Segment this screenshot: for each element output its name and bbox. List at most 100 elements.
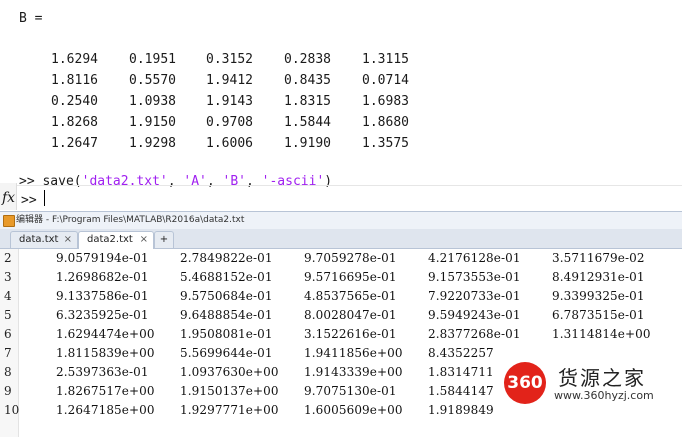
matrix-row: 1.6294 0.1951 0.3152 0.2838 1.3115 bbox=[0, 52, 682, 68]
matrix-cell: 1.6983 bbox=[362, 94, 409, 109]
cell-value: 9.1337586e-01 bbox=[56, 289, 149, 303]
matrix-cell: 1.9412 bbox=[206, 73, 253, 88]
line-number: 2 bbox=[4, 251, 12, 265]
command-separator: , bbox=[246, 174, 262, 189]
line-number: 3 bbox=[4, 270, 12, 284]
editor-icon bbox=[3, 215, 15, 227]
editor-line: 3 1.2698682e-01 5.4688152e-01 9.5716695e… bbox=[0, 268, 682, 287]
line-number: 10 bbox=[4, 403, 20, 417]
editor-line: 2 9.0579194e-01 2.7849822e-01 9.7059278e… bbox=[0, 249, 682, 268]
matrix-row: 1.8116 0.5570 1.9412 0.8435 0.0714 bbox=[0, 73, 682, 89]
matrix-cell: 1.8116 bbox=[51, 73, 98, 88]
line-number: 5 bbox=[4, 308, 12, 322]
matrix-cell: 0.1951 bbox=[129, 52, 176, 67]
cell-value: 1.2647185e+00 bbox=[56, 403, 155, 417]
text-caret bbox=[44, 190, 45, 206]
tab-label: data.txt bbox=[19, 234, 59, 245]
cell-value: 2.8377268e-01 bbox=[428, 327, 521, 341]
matrix-cell: 0.5570 bbox=[129, 73, 176, 88]
editor-line: 4 9.1337586e-01 9.5750684e-01 4.8537565e… bbox=[0, 287, 682, 306]
matrix-cell: 1.8268 bbox=[51, 115, 98, 130]
command-separator: , bbox=[206, 174, 223, 189]
tab-data-txt[interactable]: data.txt × bbox=[10, 231, 78, 248]
line-number: 4 bbox=[4, 289, 12, 303]
matrix-cell: 0.2838 bbox=[284, 52, 331, 67]
tab-data2-txt[interactable]: data2.txt × bbox=[78, 231, 154, 249]
matrix-cell: 1.3115 bbox=[362, 52, 409, 67]
add-tab-button[interactable]: + bbox=[154, 231, 174, 248]
matrix-row: 0.2540 1.0938 1.9143 1.8315 1.6983 bbox=[0, 94, 682, 110]
matrix-cell: 1.0938 bbox=[129, 94, 176, 109]
editor-text-area[interactable]: 2 9.0579194e-01 2.7849822e-01 9.7059278e… bbox=[0, 249, 682, 437]
matrix-cell: 1.3575 bbox=[362, 136, 409, 151]
matrix-cell: 0.9708 bbox=[206, 115, 253, 130]
tab-label: data2.txt bbox=[87, 234, 133, 245]
line-number: 6 bbox=[4, 327, 12, 341]
matrix-cell: 1.9150 bbox=[129, 115, 176, 130]
watermark-logo: 360 bbox=[504, 362, 546, 404]
matrix-cell: 1.6294 bbox=[51, 52, 98, 67]
line-number: 9 bbox=[4, 384, 12, 398]
close-icon[interactable]: × bbox=[64, 232, 72, 248]
command-arg-b: 'B' bbox=[222, 174, 246, 189]
cell-value: 9.6488854e-01 bbox=[180, 308, 273, 322]
cell-value: 9.1573553e-01 bbox=[428, 270, 521, 284]
cell-value: 5.4688152e-01 bbox=[180, 270, 273, 284]
command-separator: , bbox=[167, 174, 184, 189]
watermark-title: 货源之家 bbox=[558, 366, 646, 390]
cell-value: 1.9150137e+00 bbox=[180, 384, 279, 398]
variable-label: B = bbox=[19, 11, 43, 26]
editor-line: 5 6.3235925e-01 9.6488854e-01 8.0028047e… bbox=[0, 306, 682, 325]
active-prompt[interactable]: >> bbox=[21, 193, 37, 209]
cell-value: 1.9297771e+00 bbox=[180, 403, 279, 417]
watermark: 360 货源之家 www.360hyzj.com bbox=[500, 358, 682, 408]
command-prompt: >> bbox=[19, 174, 35, 189]
matrix-cell: 1.9190 bbox=[284, 136, 331, 151]
watermark-url: www.360hyzj.com bbox=[554, 389, 654, 402]
cell-value: 9.5949243e-01 bbox=[428, 308, 521, 322]
cell-value: 6.3235925e-01 bbox=[56, 308, 149, 322]
cell-value: 6.7873515e-01 bbox=[552, 308, 645, 322]
cell-value: 3.1522616e-01 bbox=[304, 327, 397, 341]
close-icon[interactable]: × bbox=[140, 232, 148, 248]
matrix-cell: 0.8435 bbox=[284, 73, 331, 88]
command-close-paren: ) bbox=[324, 174, 333, 189]
matrix-row: 1.2647 1.9298 1.6006 1.9190 1.3575 bbox=[0, 136, 682, 152]
cell-value: 1.8314711 bbox=[428, 365, 494, 379]
cell-value: 4.8537565e-01 bbox=[304, 289, 397, 303]
matrix-cell: 0.0714 bbox=[362, 73, 409, 88]
editor-line: 6 1.6294474e+00 1.9508081e-01 3.1522616e… bbox=[0, 325, 682, 344]
cell-value: 9.7075130e-01 bbox=[304, 384, 397, 398]
command-window[interactable]: B = 1.6294 0.1951 0.3152 0.2838 1.3115 1… bbox=[0, 0, 682, 210]
editor-titlebar: 编辑器 - F:\Program Files\MATLAB\R2016a\dat… bbox=[0, 212, 682, 229]
cell-value: 1.8267517e+00 bbox=[56, 384, 155, 398]
matrix-cell: 1.8680 bbox=[362, 115, 409, 130]
cell-value: 1.2698682e-01 bbox=[56, 270, 149, 284]
cell-value: 8.0028047e-01 bbox=[304, 308, 397, 322]
cell-value: 1.9143339e+00 bbox=[304, 365, 403, 379]
matrix-cell: 1.8315 bbox=[284, 94, 331, 109]
cell-value: 1.9411856e+00 bbox=[304, 346, 403, 360]
cell-value: 1.8115839e+00 bbox=[56, 346, 155, 360]
cell-value: 9.5750684e-01 bbox=[180, 289, 273, 303]
cell-value: 8.4912931e-01 bbox=[552, 270, 645, 284]
cell-value: 1.5844147 bbox=[428, 384, 494, 398]
cell-value: 1.6005609e+00 bbox=[304, 403, 403, 417]
command-line: >> save('data2.txt', 'A', 'B', '-ascii') bbox=[19, 174, 332, 190]
cell-value: 1.9508081e-01 bbox=[180, 327, 273, 341]
matrix-cell: 1.5844 bbox=[284, 115, 331, 130]
matrix-row: 1.8268 1.9150 0.9708 1.5844 1.8680 bbox=[0, 115, 682, 131]
matrix-cell: 1.6006 bbox=[206, 136, 253, 151]
cell-value: 1.3114814e+00 bbox=[552, 327, 651, 341]
matrix-cell: 1.2647 bbox=[51, 136, 98, 151]
cell-value: 1.6294474e+00 bbox=[56, 327, 155, 341]
command-arg-ascii: '-ascii' bbox=[261, 174, 325, 189]
cell-value: 3.5711679e-02 bbox=[552, 251, 645, 265]
command-arg-filename: 'data2.txt' bbox=[81, 174, 168, 189]
editor-tab-bar: data.txt × data2.txt × + bbox=[0, 229, 682, 249]
command-divider bbox=[0, 185, 682, 186]
cell-value: 5.5699644e-01 bbox=[180, 346, 273, 360]
cell-value: 9.5716695e-01 bbox=[304, 270, 397, 284]
cell-value: 2.7849822e-01 bbox=[180, 251, 273, 265]
fx-icon[interactable]: fx bbox=[2, 190, 15, 206]
